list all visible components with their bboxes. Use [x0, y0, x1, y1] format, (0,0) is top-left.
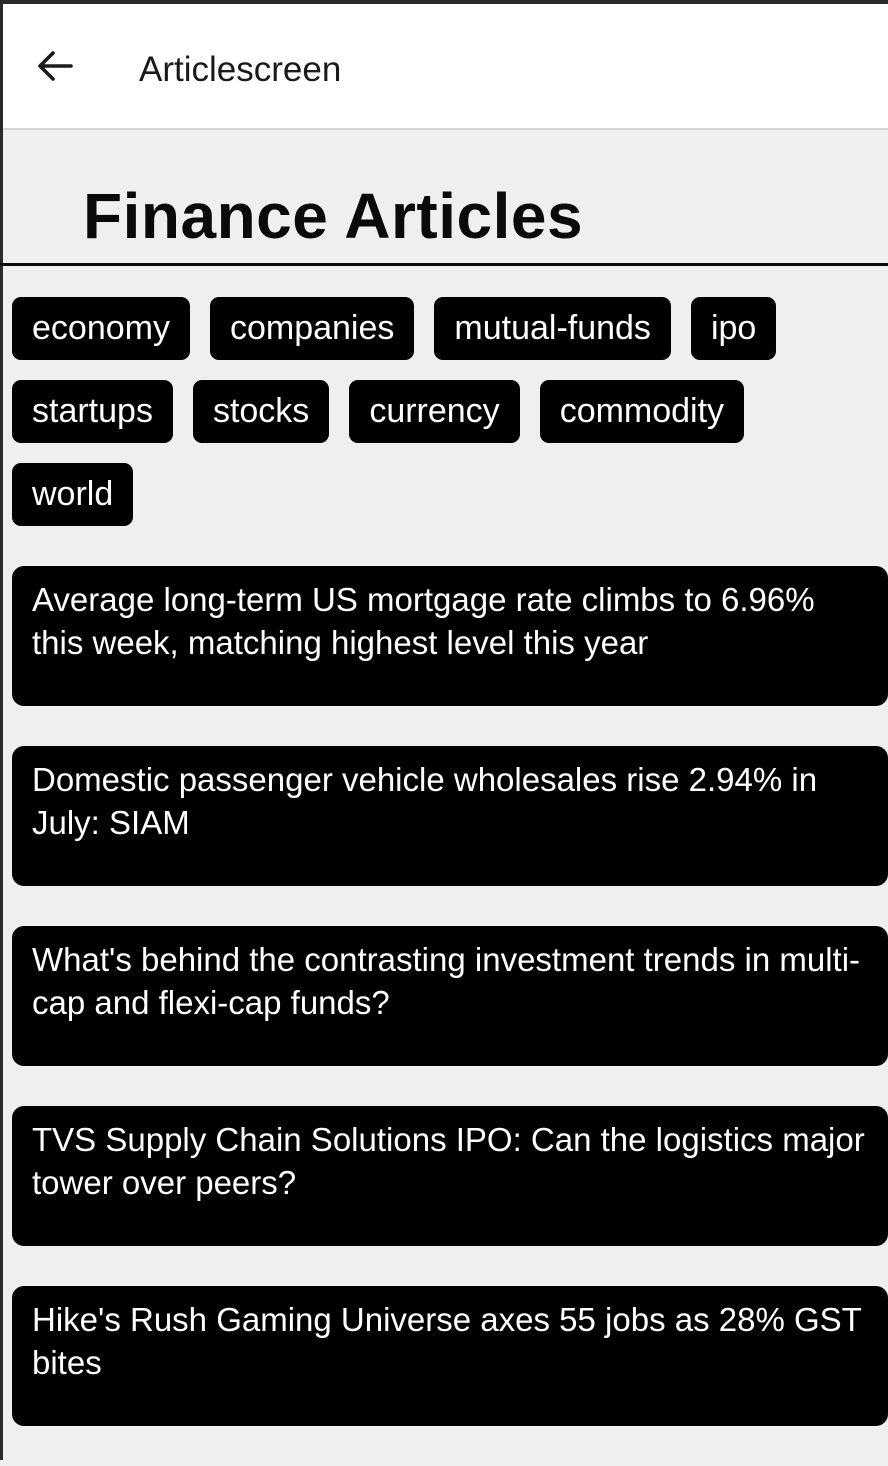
- category-chip-startups[interactable]: startups: [12, 380, 173, 443]
- app-bar-title: Articlescreen: [139, 50, 342, 89]
- category-chip-currency[interactable]: currency: [349, 380, 520, 443]
- category-chip-stocks[interactable]: stocks: [192, 380, 330, 443]
- arrow-left-icon: [37, 50, 73, 87]
- article-title: Hike's Rush Gaming Universe axes 55 jobs…: [32, 1301, 862, 1381]
- category-chip-ipo[interactable]: ipo: [690, 297, 777, 360]
- category-chip-world[interactable]: world: [12, 463, 134, 526]
- category-chips: economy companies mutual-funds ipo start…: [12, 297, 882, 526]
- article-title: Average long-term US mortgage rate climb…: [32, 581, 815, 661]
- category-chip-companies[interactable]: companies: [209, 297, 415, 360]
- article-card[interactable]: Hike's Rush Gaming Universe axes 55 jobs…: [12, 1286, 888, 1426]
- article-title: What's behind the contrasting investment…: [32, 941, 861, 1021]
- article-title: TVS Supply Chain Solutions IPO: Can the …: [32, 1121, 865, 1201]
- article-list: Average long-term US mortgage rate climb…: [12, 566, 888, 1466]
- article-card[interactable]: TVS Supply Chain Solutions IPO: Can the …: [12, 1106, 888, 1246]
- category-chip-economy[interactable]: economy: [12, 297, 190, 360]
- article-card[interactable]: Average long-term US mortgage rate climb…: [12, 566, 888, 706]
- app-bar: Articlescreen: [3, 4, 888, 130]
- window-left-border: [0, 0, 3, 1460]
- article-card[interactable]: What's behind the contrasting investment…: [12, 926, 888, 1066]
- category-chip-mutual-funds[interactable]: mutual-funds: [434, 297, 671, 360]
- category-chip-commodity[interactable]: commodity: [539, 380, 745, 443]
- back-button[interactable]: [25, 38, 85, 98]
- page-title: Finance Articles: [83, 180, 584, 252]
- article-card[interactable]: Domestic passenger vehicle wholesales ri…: [12, 746, 888, 886]
- article-title: Domestic passenger vehicle wholesales ri…: [32, 761, 818, 841]
- title-divider: [0, 263, 888, 266]
